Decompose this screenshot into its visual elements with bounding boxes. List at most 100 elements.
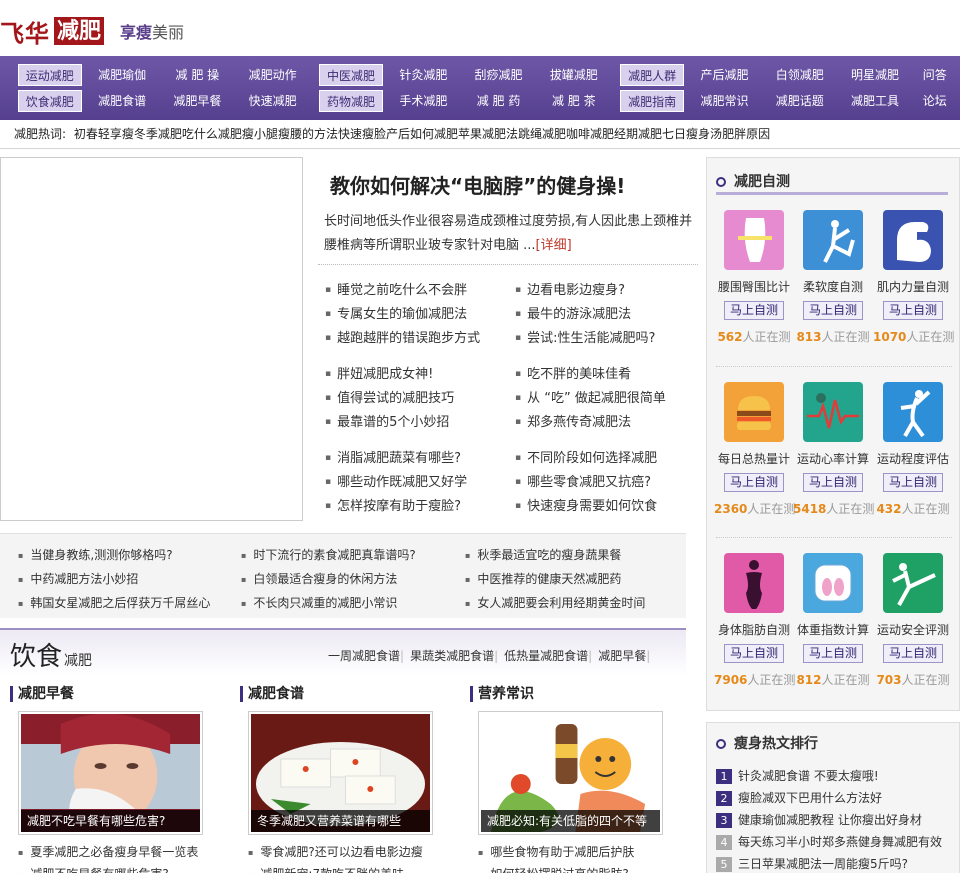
feature-link[interactable]: 最牛的游泳减肥法 bbox=[515, 303, 631, 322]
muscle-arm-icon[interactable] bbox=[883, 210, 943, 270]
article-link[interactable]: 韩国女星减肥之后俘获万千屌丝心 bbox=[18, 594, 210, 611]
start-test-button[interactable]: 马上自测 bbox=[883, 644, 943, 663]
diet-article-link[interactable]: 减肥不吃早餐有哪些危害? bbox=[18, 865, 168, 873]
hot-keyword-link[interactable]: 快速瘦脸 bbox=[338, 127, 386, 141]
feature-link[interactable]: 最靠谱的5个小妙招 bbox=[325, 411, 449, 430]
tool-name[interactable]: 每日总热量计 bbox=[714, 450, 794, 467]
ranking-item[interactable]: 5 三日苹果减肥法一周能瘦5斤吗? bbox=[716, 855, 908, 872]
hot-keyword-link[interactable]: 产后如何减肥 bbox=[386, 127, 458, 141]
start-test-button[interactable]: 马上自测 bbox=[724, 473, 784, 492]
tool-name[interactable]: 体重指数计算 bbox=[793, 621, 873, 638]
article-link[interactable]: 当健身教练,测测你够格吗? bbox=[18, 546, 172, 563]
nav-item[interactable]: 手术减肥 bbox=[389, 90, 458, 112]
hot-keyword-link[interactable]: 瘦小腿 bbox=[242, 127, 278, 141]
nav-item[interactable]: 产后减肥 bbox=[690, 64, 759, 86]
nav-item[interactable]: 快速减肥 bbox=[238, 90, 307, 112]
photo-caption[interactable]: 冬季减肥又营养菜谱有哪些 bbox=[251, 810, 430, 832]
feature-link[interactable]: 越跑越胖的错误跑步方式 bbox=[325, 327, 480, 346]
hot-keyword-link[interactable]: 经期减肥 bbox=[614, 127, 662, 141]
hot-keyword-link[interactable]: 瘦腰的方法 bbox=[278, 127, 338, 141]
article-link[interactable]: 白领最适合瘦身的休闲方法 bbox=[241, 570, 397, 587]
nav-item[interactable]: 饮食减肥 bbox=[18, 90, 82, 112]
diet-tab[interactable]: 减肥早餐 bbox=[598, 649, 646, 663]
start-test-button[interactable]: 马上自测 bbox=[803, 473, 863, 492]
feature-link[interactable]: 边看电影边瘦身? bbox=[515, 279, 625, 298]
article-link[interactable]: 秋季最适宜吃的瘦身蔬果餐 bbox=[465, 546, 621, 563]
tool-name[interactable]: 腰围臀围比计 bbox=[714, 278, 794, 295]
article-link[interactable]: 中药减肥方法小妙招 bbox=[18, 570, 138, 587]
ranking-item[interactable]: 4 每天练习半小时郑多燕健身舞减肥有效 bbox=[716, 833, 942, 850]
feature-link[interactable]: 郑多燕传奇减肥法 bbox=[515, 411, 631, 430]
nav-item[interactable]: 拔罐减肥 bbox=[539, 64, 608, 86]
nav-item[interactable]: 减肥话题 bbox=[765, 90, 834, 112]
nav-item[interactable]: 减肥工具 bbox=[840, 90, 909, 112]
nav-item[interactable]: 论坛 bbox=[916, 90, 954, 112]
diet-tab[interactable]: 果蔬类减肥食谱 bbox=[410, 649, 494, 663]
tool-name[interactable]: 身体脂肪自测 bbox=[714, 621, 794, 638]
feature-link[interactable]: 消脂减肥蔬菜有哪些? bbox=[325, 447, 461, 466]
ranking-item[interactable]: 3 健康瑜伽减肥教程 让你瘦出好身材 bbox=[716, 811, 922, 828]
nav-item[interactable]: 刮痧减肥 bbox=[464, 64, 533, 86]
photo-caption[interactable]: 减肥不吃早餐有哪些危害? bbox=[21, 810, 200, 832]
feature-link[interactable]: 快速瘦身需要如何饮食 bbox=[515, 495, 657, 514]
nav-item[interactable]: 中医减肥 bbox=[319, 64, 383, 86]
diet-tab[interactable]: 一周减肥食谱 bbox=[328, 649, 400, 663]
feature-link[interactable]: 怎样按摩有助于瘦脸? bbox=[325, 495, 461, 514]
nav-item[interactable]: 减 肥 操 bbox=[163, 64, 232, 86]
kick-icon[interactable] bbox=[883, 553, 943, 613]
feature-link[interactable]: 哪些动作既减肥又好学 bbox=[325, 471, 467, 490]
nav-item[interactable]: 针灸减肥 bbox=[389, 64, 458, 86]
feature-link[interactable]: 从 “吃” 做起减肥很简单 bbox=[515, 387, 666, 406]
heart-rate-icon[interactable] bbox=[803, 382, 863, 442]
ranking-link[interactable]: 瘦脸减双下巴用什么方法好 bbox=[738, 791, 882, 805]
ranking-link[interactable]: 健康瑜伽减肥教程 让你瘦出好身材 bbox=[738, 813, 922, 827]
hot-keyword-link[interactable]: 初春轻享瘦 bbox=[74, 127, 134, 141]
tool-name[interactable]: 运动程度评估 bbox=[873, 450, 953, 467]
nav-item[interactable]: 减肥瑜伽 bbox=[88, 64, 157, 86]
diet-article-link[interactable]: 哪些食物有助于减肥后护肤 bbox=[478, 843, 634, 860]
feature-link[interactable]: 胖妞减肥成女神! bbox=[325, 363, 433, 382]
nav-item[interactable]: 减肥常识 bbox=[690, 90, 759, 112]
diet-column-header[interactable]: 减肥食谱 bbox=[240, 686, 304, 702]
feature-link[interactable]: 值得尝试的减肥技巧 bbox=[325, 387, 454, 406]
ranking-link[interactable]: 针灸减肥食谱 不要太瘦哦! bbox=[738, 769, 879, 783]
hot-keyword-link[interactable]: 跳绳减肥 bbox=[518, 127, 566, 141]
ranking-item[interactable]: 2 瘦脸减双下巴用什么方法好 bbox=[716, 789, 882, 806]
tool-name[interactable]: 肌内力量自测 bbox=[873, 278, 953, 295]
diet-column-header[interactable]: 减肥早餐 bbox=[10, 686, 74, 702]
nav-item[interactable]: 明星减肥 bbox=[840, 64, 909, 86]
diet-article-link[interactable]: 减肥新宠:7款吃不胖的美味 bbox=[248, 865, 404, 873]
focus-image-slot[interactable] bbox=[0, 157, 303, 521]
article-link[interactable]: 女人减肥要会利用经期黄金时间 bbox=[465, 594, 645, 611]
article-link[interactable]: 时下流行的素食减肥真靠谱吗? bbox=[241, 546, 415, 563]
diet-article-link[interactable]: 零食减肥?还可以边看电影边瘦 bbox=[248, 843, 422, 860]
hot-keyword-link[interactable]: 苹果减肥法 bbox=[458, 127, 518, 141]
diet-article-link[interactable]: 夏季减肥之必备瘦身早餐一览表 bbox=[18, 843, 198, 860]
hot-keyword-link[interactable]: 肥胖原因 bbox=[722, 127, 770, 141]
feature-link[interactable]: 睡觉之前吃什么不会胖 bbox=[325, 279, 467, 298]
ranking-item[interactable]: 1 针灸减肥食谱 不要太瘦哦! bbox=[716, 767, 879, 784]
feature-title[interactable]: 教你如何解决“电脑脖”的健身操! bbox=[330, 170, 625, 199]
nav-item[interactable]: 减肥人群 bbox=[620, 64, 684, 86]
nav-item[interactable]: 减 肥 药 bbox=[464, 90, 533, 112]
feature-link[interactable]: 哪些零食减肥又抗癌? bbox=[515, 471, 651, 490]
article-link[interactable]: 不长肉只减重的减肥小常识 bbox=[241, 594, 397, 611]
nav-item[interactable]: 减肥食谱 bbox=[88, 90, 157, 112]
feature-link[interactable]: 专属女生的瑜伽减肥法 bbox=[325, 303, 467, 322]
nav-item[interactable]: 运动减肥 bbox=[18, 64, 82, 86]
nav-item[interactable]: 减 肥 茶 bbox=[539, 90, 608, 112]
body-silhouette-icon[interactable] bbox=[724, 553, 784, 613]
ranking-link[interactable]: 每天练习半小时郑多燕健身舞减肥有效 bbox=[738, 835, 942, 849]
dancer-icon[interactable] bbox=[883, 382, 943, 442]
feature-link[interactable]: 吃不胖的美味佳肴 bbox=[515, 363, 631, 382]
start-test-button[interactable]: 马上自测 bbox=[803, 644, 863, 663]
start-test-button[interactable]: 马上自测 bbox=[883, 301, 943, 320]
diet-column-header[interactable]: 营养常识 bbox=[470, 686, 534, 702]
feature-link[interactable]: 不同阶段如何选择减肥 bbox=[515, 447, 657, 466]
tool-name[interactable]: 运动安全评测 bbox=[873, 621, 953, 638]
hot-keyword-link[interactable]: 冬季减肥 bbox=[134, 127, 182, 141]
diet-column-photo[interactable]: 减肥必知:有关低脂的四个不等 bbox=[478, 711, 663, 835]
feature-more-link[interactable]: [详细] bbox=[536, 238, 572, 253]
diet-article-link[interactable]: 如何轻松摆脱过高的脂肪? bbox=[478, 865, 628, 873]
tool-name[interactable]: 柔软度自测 bbox=[793, 278, 873, 295]
